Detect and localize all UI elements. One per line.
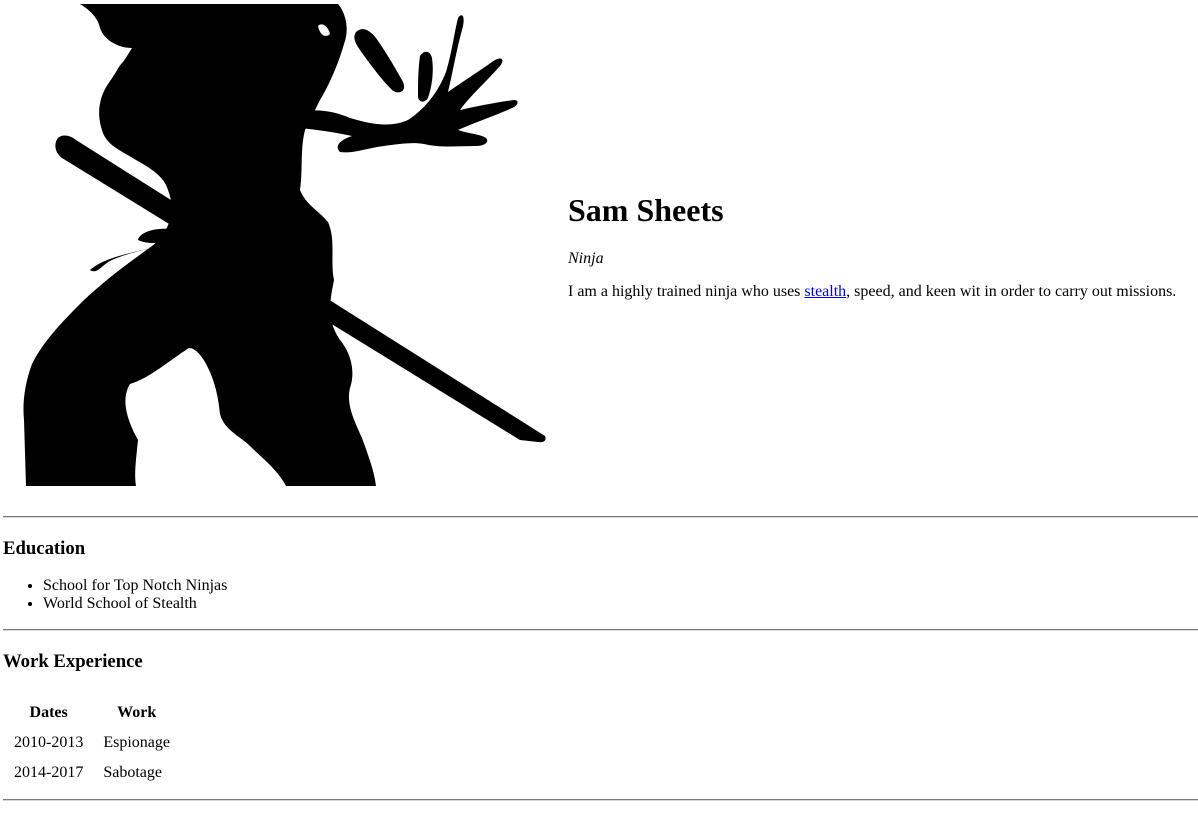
- table-row: 2014-2017 Sabotage: [5, 759, 179, 787]
- ninja-silhouette-image: [23, 4, 546, 486]
- table-header-row: Dates Work: [5, 699, 179, 727]
- bio-text-after: , speed, and keen wit in order to carry …: [846, 283, 1177, 300]
- divider-bottom: [3, 799, 1198, 801]
- intro-block: Sam Sheets Ninja I am a highly trained n…: [568, 188, 1193, 302]
- divider-middle: [3, 629, 1198, 631]
- bio-text-before: I am a highly trained ninja who uses: [568, 283, 805, 300]
- work-role-cell: Sabotage: [103, 764, 162, 781]
- resume-page: Sam Sheets Ninja I am a highly trained n…: [0, 0, 1198, 821]
- column-header-work: Work: [117, 704, 157, 721]
- profile-title: Ninja: [568, 249, 1193, 269]
- profile-title-text: Ninja: [568, 250, 604, 267]
- work-role-cell: Espionage: [103, 734, 170, 751]
- table-row: 2010-2013 Espionage: [5, 729, 179, 757]
- work-dates-cell: 2010-2013: [14, 734, 84, 751]
- work-dates-cell: 2014-2017: [14, 764, 84, 781]
- profile-name: Sam Sheets: [568, 192, 724, 228]
- education-item: World School of Stealth: [43, 595, 227, 613]
- work-heading: Work Experience: [3, 651, 143, 672]
- column-header-dates: Dates: [29, 704, 68, 721]
- education-heading: Education: [3, 538, 86, 559]
- stealth-link[interactable]: stealth: [804, 283, 846, 300]
- education-item: School for Top Notch Ninjas: [43, 577, 227, 595]
- hero-section: Sam Sheets Ninja I am a highly trained n…: [0, 0, 1198, 490]
- education-list: School for Top Notch Ninjas World School…: [3, 577, 227, 613]
- work-table: Dates Work 2010-2013 Espionage 2014-2017…: [3, 697, 181, 789]
- profile-bio: I am a highly trained ninja who uses ste…: [568, 282, 1193, 302]
- divider-top: [3, 516, 1198, 518]
